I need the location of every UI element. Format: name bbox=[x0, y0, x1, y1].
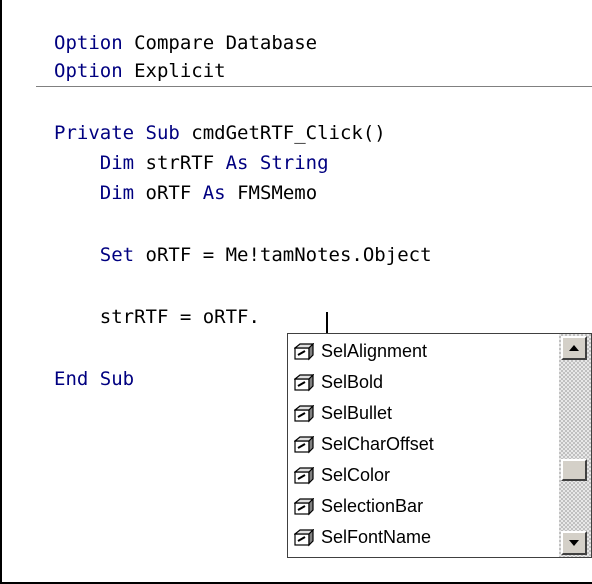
keyword: Option bbox=[54, 32, 123, 54]
property-icon bbox=[293, 435, 315, 455]
code-text: Explicit bbox=[122, 60, 226, 82]
property-icon bbox=[293, 497, 315, 517]
autocomplete-item[interactable]: SelBullet bbox=[288, 398, 553, 429]
code-text: strRTF bbox=[134, 152, 226, 174]
code-text: oRTF = Me!tamNotes.Object bbox=[134, 244, 432, 266]
autocomplete-item-label: SelCharOffset bbox=[321, 434, 434, 454]
keyword: Dim bbox=[99, 182, 135, 204]
autocomplete-item-label: SelBullet bbox=[321, 403, 393, 423]
autocomplete-scrollbar[interactable] bbox=[559, 334, 591, 557]
autocomplete-item-label: SelectionBar bbox=[321, 496, 424, 516]
code-line-set-ortf[interactable]: Set oRTF = Me!tamNotes.Object bbox=[54, 242, 432, 268]
keyword: As bbox=[202, 182, 226, 204]
code-line-sub-declaration[interactable]: Private Sub cmdGetRTF_Click() bbox=[54, 120, 386, 146]
keyword: End Sub bbox=[54, 368, 135, 390]
code-text: Compare Database bbox=[122, 32, 318, 54]
scroll-thumb[interactable] bbox=[561, 459, 587, 481]
property-icon bbox=[293, 466, 315, 486]
keyword: Private Sub bbox=[54, 122, 180, 144]
autocomplete-item[interactable]: SelFontName bbox=[288, 522, 553, 553]
autocomplete-item[interactable]: SelColor bbox=[288, 460, 553, 491]
code-text: strRTF = oRTF. bbox=[54, 306, 260, 328]
code-line-option-compare[interactable]: Option Compare Database bbox=[54, 30, 317, 56]
procedure-separator bbox=[36, 86, 592, 87]
autocomplete-item[interactable]: SelCharOffset bbox=[288, 429, 553, 460]
autocomplete-item[interactable]: SelAlignment bbox=[288, 336, 553, 367]
autocomplete-item[interactable]: SelBold bbox=[288, 367, 553, 398]
keyword: As String bbox=[225, 152, 329, 174]
autocomplete-list[interactable]: SelAlignment SelBold SelBullet SelCharOf… bbox=[287, 333, 592, 558]
property-icon bbox=[293, 404, 315, 424]
property-icon bbox=[293, 528, 315, 548]
code-line-dim-ortf[interactable]: Dim oRTF As FMSMemo bbox=[54, 180, 317, 206]
keyword: Option bbox=[54, 60, 123, 82]
autocomplete-item-label: SelColor bbox=[321, 465, 391, 485]
scroll-up-button[interactable] bbox=[561, 336, 587, 360]
code-line-strrtf-assign[interactable]: strRTF = oRTF. bbox=[54, 304, 260, 330]
code-line-end-sub[interactable]: End Sub bbox=[54, 366, 134, 392]
arrow-down-icon bbox=[569, 540, 579, 546]
code-text: FMSMemo bbox=[225, 182, 318, 204]
keyword: Dim bbox=[99, 152, 135, 174]
autocomplete-item-label: SelBold bbox=[321, 372, 384, 392]
arrow-up-icon bbox=[569, 345, 579, 351]
code-text: cmdGetRTF_Click() bbox=[179, 122, 386, 144]
autocomplete-item[interactable]: SelectionBar bbox=[288, 491, 553, 522]
keyword: Set bbox=[99, 244, 135, 266]
code-editor[interactable]: Option Compare Database Option Explicit … bbox=[0, 0, 592, 584]
scroll-down-button[interactable] bbox=[561, 531, 587, 555]
code-line-option-explicit[interactable]: Option Explicit bbox=[54, 58, 226, 84]
autocomplete-item-label: SelAlignment bbox=[321, 341, 428, 361]
code-line-dim-strrtf[interactable]: Dim strRTF As String bbox=[54, 150, 329, 176]
property-icon bbox=[293, 342, 315, 362]
autocomplete-item-label: SelFontName bbox=[321, 527, 432, 547]
code-text: oRTF bbox=[134, 182, 203, 204]
property-icon bbox=[293, 373, 315, 393]
